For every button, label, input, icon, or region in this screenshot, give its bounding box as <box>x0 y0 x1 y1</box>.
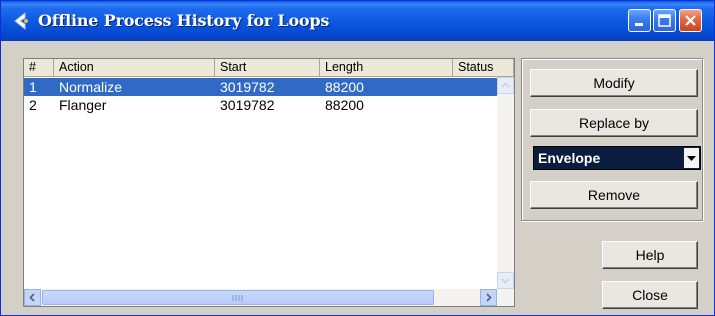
scroll-down-button[interactable] <box>497 272 514 289</box>
row-length: 88200 <box>325 97 364 113</box>
row-number: 2 <box>29 97 37 113</box>
table-row[interactable]: 1 Normalize 3019782 88200 <box>24 78 499 96</box>
dialog-window: Offline Process History for Loops # Acti… <box>0 0 715 316</box>
replace-process-select[interactable]: Envelope <box>533 146 701 170</box>
scroll-left-button[interactable] <box>24 289 41 306</box>
column-header-start[interactable]: Start <box>215 59 320 77</box>
history-list[interactable]: # Action Start Length Status 1 Normalize… <box>23 58 515 307</box>
grip-icon <box>232 295 243 301</box>
minimize-button[interactable] <box>628 9 651 32</box>
minimize-icon <box>635 23 643 26</box>
maximize-icon <box>658 14 671 27</box>
row-action: Normalize <box>59 79 123 95</box>
chevron-down-icon <box>687 156 696 161</box>
scroll-thumb[interactable] <box>42 290 434 305</box>
column-header-length[interactable]: Length <box>320 59 453 77</box>
window-title: Offline Process History for Loops <box>38 11 330 30</box>
replace-process-value: Envelope <box>538 150 601 166</box>
scroll-right-button[interactable] <box>480 289 497 306</box>
list-header: # Action Start Length Status <box>24 59 514 77</box>
chevron-left-icon <box>29 293 35 302</box>
column-header-action[interactable]: Action <box>54 59 215 77</box>
close-icon <box>685 15 696 26</box>
app-icon <box>14 11 28 31</box>
close-button[interactable]: Close <box>602 281 698 309</box>
horizontal-scrollbar[interactable] <box>24 289 514 306</box>
vertical-scrollbar[interactable] <box>497 77 514 289</box>
row-start: 3019782 <box>220 97 275 113</box>
row-number: 1 <box>29 79 37 95</box>
modify-button[interactable]: Modify <box>530 69 698 97</box>
remove-button[interactable]: Remove <box>530 181 698 209</box>
chevron-right-icon <box>486 293 492 302</box>
row-action: Flanger <box>59 97 107 113</box>
column-header-number[interactable]: # <box>24 59 54 77</box>
replace-by-button[interactable]: Replace by <box>530 109 698 137</box>
chevron-down-icon <box>501 278 510 284</box>
row-start: 3019782 <box>220 79 275 95</box>
dropdown-button[interactable] <box>684 148 699 168</box>
maximize-button[interactable] <box>653 9 676 32</box>
dialog-body: # Action Start Length Status 1 Normalize… <box>5 41 710 313</box>
title-bar[interactable]: Offline Process History for Loops <box>1 1 714 41</box>
column-header-status[interactable]: Status <box>453 59 514 77</box>
scroll-up-button[interactable] <box>497 77 514 94</box>
table-row[interactable]: 2 Flanger 3019782 88200 <box>24 96 499 114</box>
help-button[interactable]: Help <box>602 241 698 269</box>
chevron-up-icon <box>501 82 510 88</box>
row-length: 88200 <box>325 79 364 95</box>
close-window-button[interactable] <box>679 9 702 32</box>
